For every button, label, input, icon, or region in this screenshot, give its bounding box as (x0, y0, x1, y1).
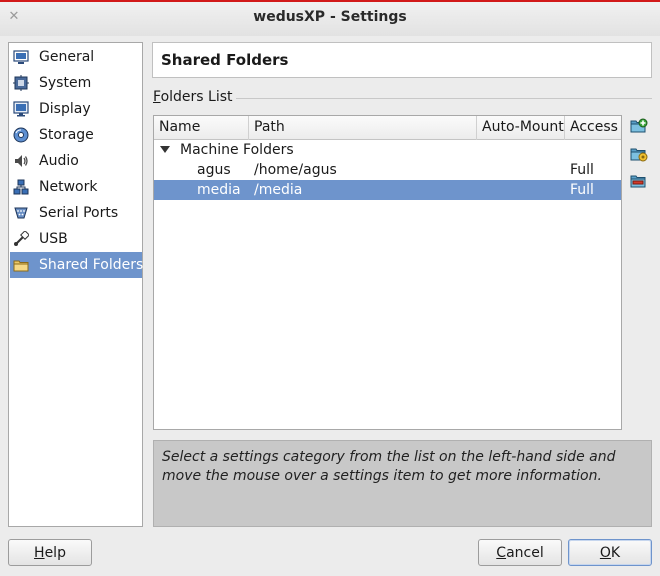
general-icon (13, 49, 29, 65)
display-icon (13, 101, 29, 117)
sidebar-item-label: Audio (39, 153, 79, 169)
table-row[interactable]: agus /home/agus Full (154, 160, 621, 180)
group-divider (236, 98, 652, 99)
settings-window: ✕ wedusXP - Settings General System Disp… (0, 0, 660, 576)
remove-folder-icon (630, 173, 648, 193)
folders-list-label: Folders List (153, 89, 233, 105)
help-button[interactable]: Help (8, 539, 92, 566)
remove-folder-button[interactable] (629, 173, 649, 193)
folder-access: Full (570, 182, 594, 198)
tree-header: Name Path Auto-Mount Access (154, 116, 621, 140)
info-panel: Select a settings category from the list… (153, 440, 652, 527)
group-label: Machine Folders (180, 142, 294, 158)
sidebar-item-audio[interactable]: Audio (10, 148, 142, 174)
sidebar-item-label: General (39, 49, 95, 65)
window-title: wedusXP - Settings (253, 9, 407, 25)
sidebar-item-general[interactable]: General (10, 44, 142, 70)
edit-folder-icon (630, 146, 648, 166)
sidebar-item-usb[interactable]: USB (10, 226, 142, 252)
folder-path: /media (254, 182, 303, 198)
table-row-selected[interactable]: media /media Full (154, 180, 621, 200)
settings-category-list[interactable]: General System Display Storage Audio Net… (8, 42, 143, 527)
folder-path: /home/agus (254, 162, 337, 178)
shared-folders-icon (13, 257, 29, 273)
sidebar-item-shared-folders[interactable]: Shared Folders (10, 252, 144, 278)
tree-group-machine-folders[interactable]: Machine Folders (154, 140, 621, 160)
sidebar-item-label: USB (39, 231, 68, 247)
column-header-path[interactable]: Path (249, 116, 477, 140)
ok-label: K (610, 544, 621, 561)
sidebar-item-label: Serial Ports (39, 205, 119, 221)
folders-list-mnemonic: F (153, 89, 161, 105)
sidebar-item-display[interactable]: Display (10, 96, 142, 122)
serial-ports-icon (13, 205, 29, 221)
column-header-access[interactable]: Access (565, 116, 621, 140)
add-folder-button[interactable] (629, 118, 649, 138)
folders-list-label-text: olders List (160, 89, 233, 105)
sidebar-item-label: System (39, 75, 92, 91)
folder-name: agus (197, 162, 231, 178)
shared-folders-tree[interactable]: Name Path Auto-Mount Access Machine Fold… (153, 115, 622, 430)
help-label: elp (44, 544, 66, 561)
sidebar-item-system[interactable]: System (10, 70, 142, 96)
cancel-button[interactable]: Cancel (478, 539, 562, 566)
storage-icon (13, 127, 29, 143)
help-mnemonic: H (34, 544, 45, 561)
system-icon (13, 75, 29, 91)
sidebar-item-serial-ports[interactable]: Serial Ports (10, 200, 142, 226)
edit-folder-button[interactable] (629, 146, 649, 166)
page-title: Shared Folders (161, 51, 289, 69)
sidebar-item-label: Network (39, 179, 98, 195)
cancel-label: ancel (506, 544, 544, 561)
sidebar-item-label: Display (39, 101, 91, 117)
sidebar-item-label: Storage (39, 127, 94, 143)
column-header-name[interactable]: Name (154, 116, 249, 140)
audio-icon (13, 153, 29, 169)
page-header: Shared Folders (152, 42, 652, 78)
ok-button[interactable]: OK (568, 539, 652, 566)
sidebar-item-label: Shared Folders (39, 257, 144, 273)
sidebar-item-storage[interactable]: Storage (10, 122, 142, 148)
folder-access: Full (570, 162, 594, 178)
column-header-auto-mount[interactable]: Auto-Mount (477, 116, 565, 140)
title-bar: ✕ wedusXP - Settings (0, 0, 660, 36)
folder-name: media (197, 182, 241, 198)
ok-mnemonic: O (599, 544, 611, 561)
network-icon (13, 179, 29, 195)
add-folder-icon (630, 118, 648, 138)
cancel-mnemonic: C (496, 544, 507, 561)
usb-icon (13, 231, 29, 247)
sidebar-item-network[interactable]: Network (10, 174, 142, 200)
expand-arrow-icon[interactable] (160, 146, 170, 153)
